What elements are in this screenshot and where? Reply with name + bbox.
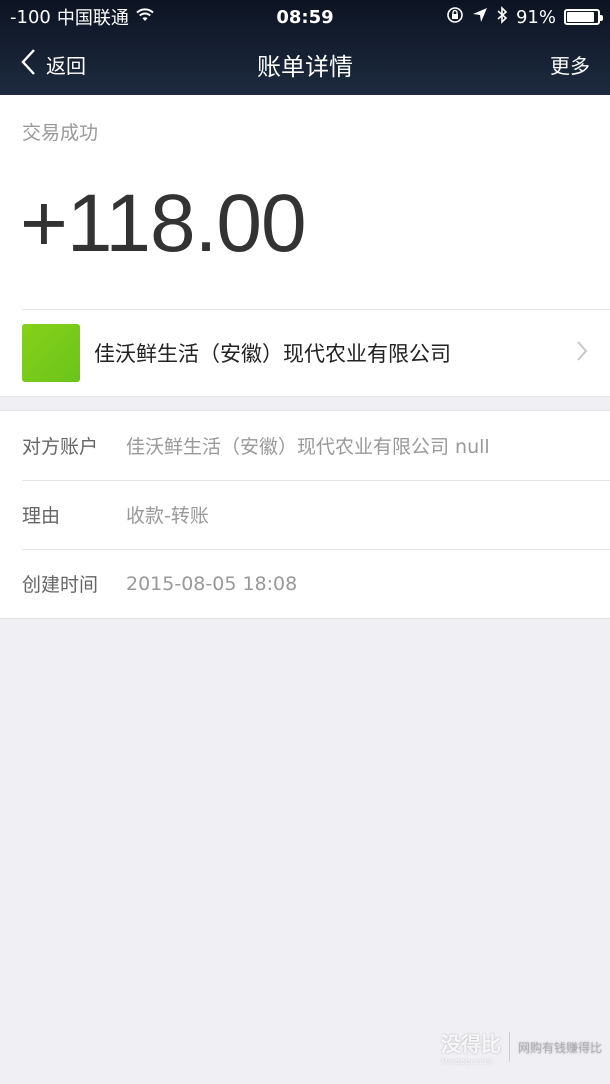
- detail-row-reason: 理由 收款-转账: [0, 480, 610, 549]
- detail-value: 收款-转账: [126, 505, 209, 527]
- detail-label: 理由: [22, 505, 61, 527]
- detail-label: 对方账户: [22, 436, 99, 458]
- watermark: 没得比 Meidebi.com 网购有钱赚得比: [441, 1028, 602, 1066]
- transaction-amount: +118.00: [20, 178, 307, 269]
- detail-row-created-time: 创建时间 2015-08-05 18:08: [0, 549, 610, 618]
- watermark-brand: 没得比: [440, 1032, 501, 1056]
- battery-icon: [564, 9, 603, 25]
- more-button[interactable]: 更多: [550, 50, 590, 79]
- back-label: 返回: [46, 54, 86, 78]
- top-bar: -100 中国联通 08:59 91% 返回 账单详情 更多: [0, 0, 610, 95]
- section-gap: [0, 396, 610, 411]
- watermark-slogan: 网购有钱赚得比: [517, 1040, 602, 1055]
- merchant-logo: [22, 324, 80, 382]
- page-title: 账单详情: [257, 53, 353, 81]
- chevron-right-icon: [576, 340, 588, 366]
- status-bar: -100 中国联通 08:59 91%: [0, 0, 610, 34]
- status-time: 08:59: [276, 6, 334, 28]
- merchant-row[interactable]: 佳沃鲜生活（安徽）现代农业有限公司: [0, 310, 610, 396]
- navigation-bar: 返回 账单详情 更多: [0, 34, 610, 95]
- chevron-left-icon: [20, 48, 36, 81]
- battery-level: [567, 12, 595, 22]
- back-button[interactable]: 返回: [20, 48, 86, 81]
- transaction-status: 交易成功: [22, 122, 99, 144]
- detail-value: 佳沃鲜生活（安徽）现代农业有限公司 null: [126, 436, 490, 458]
- detail-label: 创建时间: [22, 574, 99, 596]
- watermark-separator: [508, 1032, 510, 1062]
- amount-section: 交易成功 +118.00: [0, 95, 610, 309]
- watermark-domain: Meidebi.com: [440, 1057, 492, 1066]
- detail-row-counterparty: 对方账户 佳沃鲜生活（安徽）现代农业有限公司 null: [0, 411, 610, 480]
- merchant-name: 佳沃鲜生活（安徽）现代农业有限公司: [94, 342, 451, 366]
- detail-value: 2015-08-05 18:08: [126, 572, 298, 595]
- details-list: 对方账户 佳沃鲜生活（安徽）现代农业有限公司 null 理由 收款-转账 创建时…: [0, 411, 610, 619]
